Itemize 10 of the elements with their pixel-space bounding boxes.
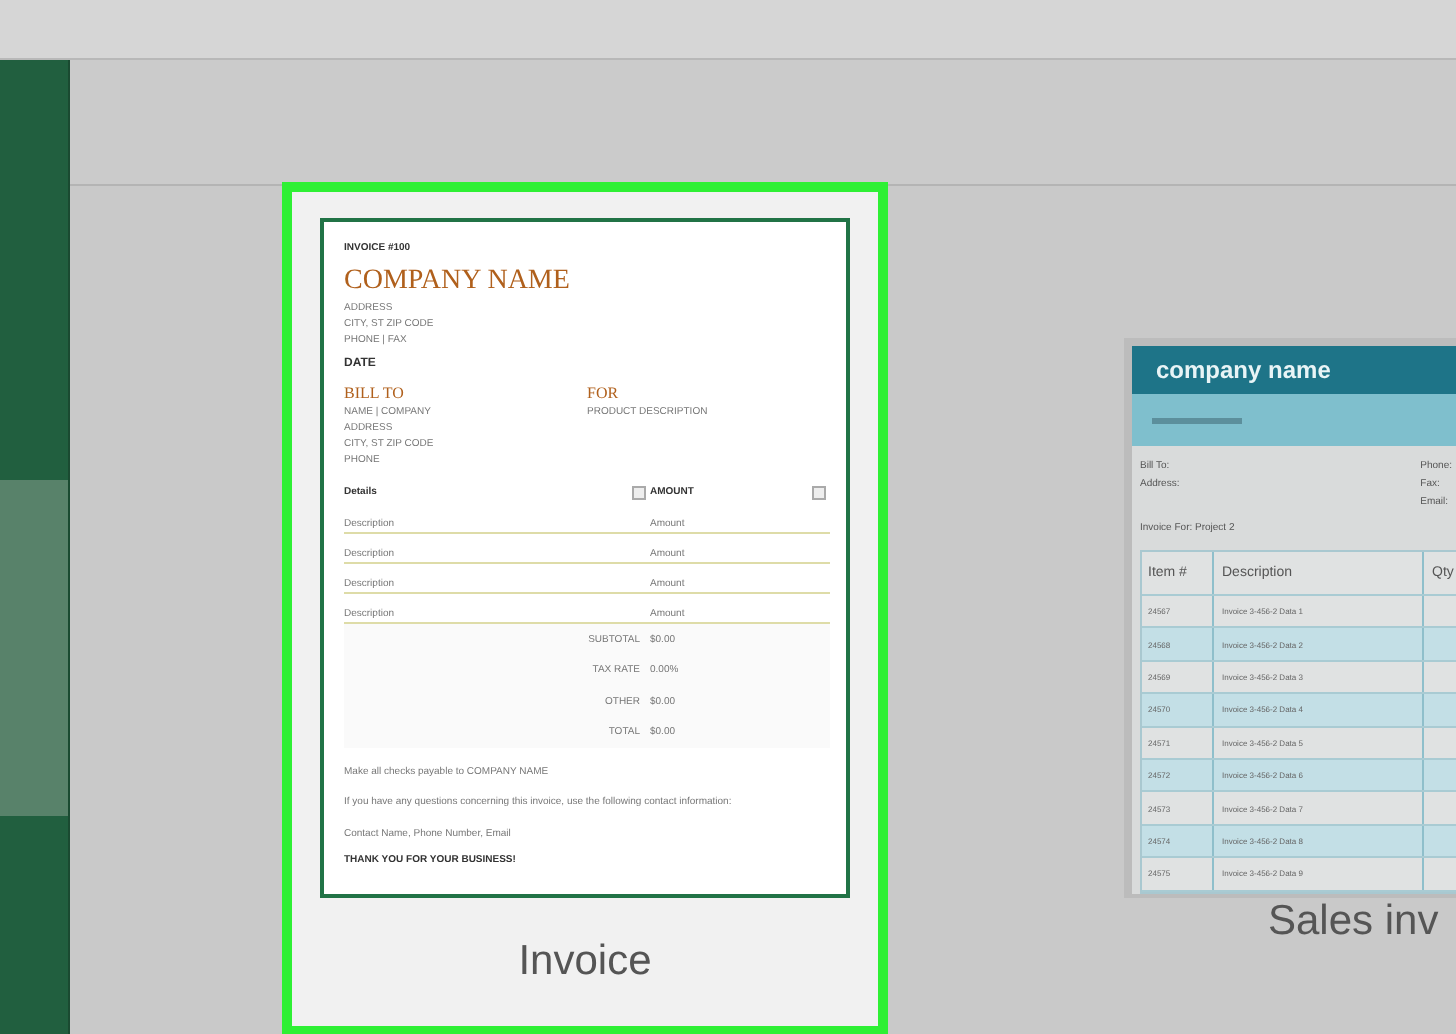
filter-dropdown-icon[interactable] — [632, 485, 646, 499]
template-name: Invoice — [518, 938, 652, 986]
company-name: company name — [1156, 356, 1331, 384]
company-name: COMPANY NAME — [344, 266, 572, 298]
template-name: Sales inv — [1268, 897, 1439, 946]
template-card[interactable] — [282, 182, 888, 1034]
for-heading: FOR — [587, 384, 619, 404]
blurred-text-line — [1152, 417, 1242, 423]
filter-dropdown-icon[interactable] — [812, 485, 826, 499]
bill-to-heading: BILL TO — [344, 384, 404, 404]
